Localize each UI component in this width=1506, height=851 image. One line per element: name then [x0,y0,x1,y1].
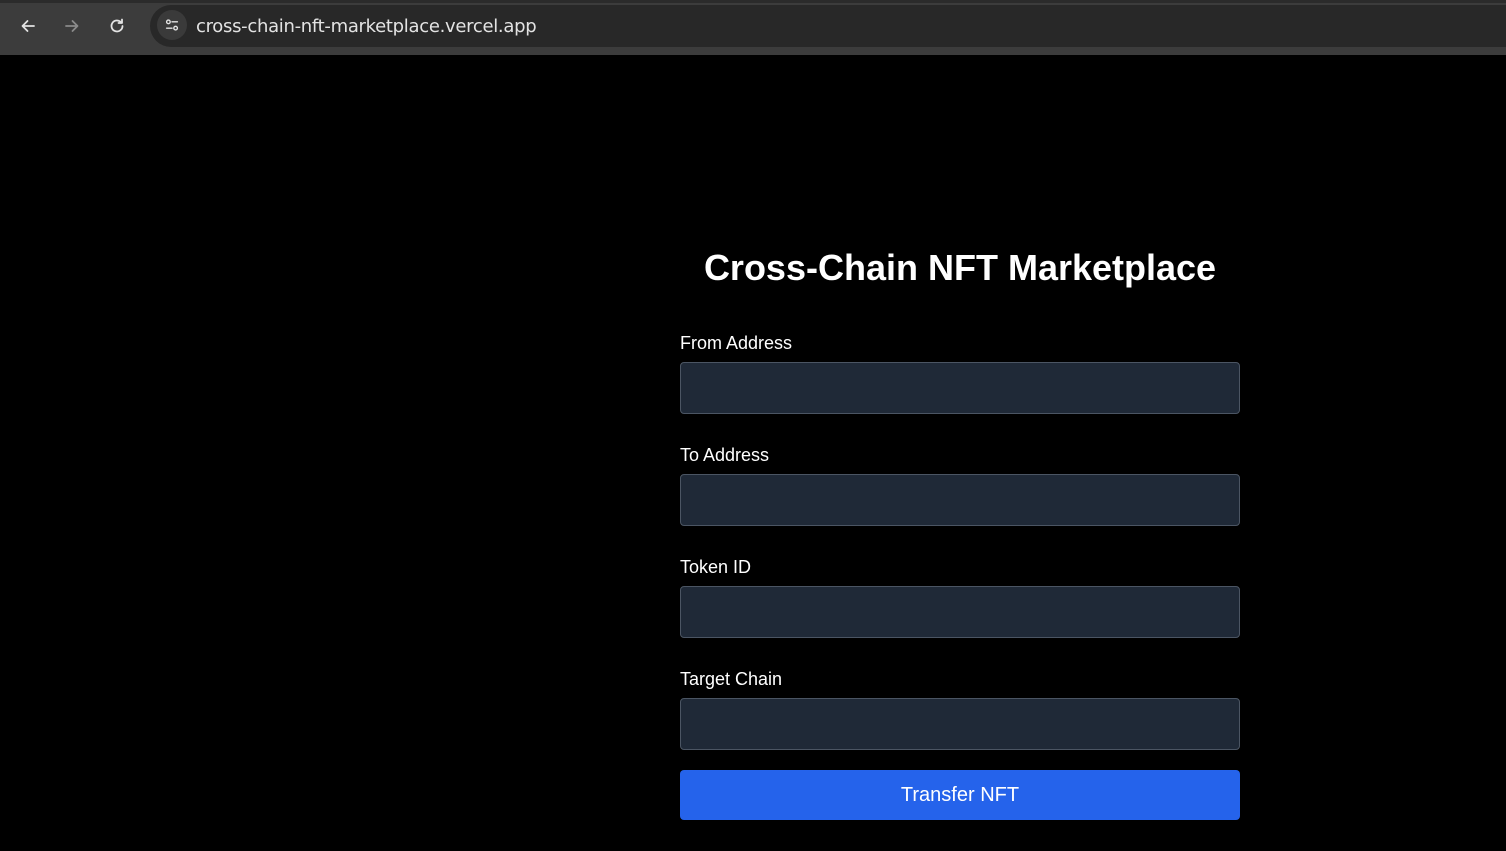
from-address-input[interactable] [680,362,1240,414]
token-id-input[interactable] [680,586,1240,638]
page-title: Cross-Chain NFT Marketplace [703,247,1217,288]
site-info-button[interactable] [157,10,187,40]
reload-button[interactable] [100,9,134,43]
url-text[interactable]: cross-chain-nft-marketplace.vercel.app [196,16,537,37]
arrow-left-icon [21,20,35,32]
target-chain-field: Target Chain [680,668,1240,750]
back-button[interactable] [11,9,45,43]
to-address-label: To Address [680,445,770,465]
target-chain-input[interactable] [680,698,1240,750]
from-address-label: From Address [680,333,793,353]
to-address-input[interactable] [680,474,1240,526]
transfer-nft-button[interactable]: Transfer NFT [680,770,1240,820]
reload-icon [110,18,124,33]
browser-toolbar: cross-chain-nft-marketplace.vercel.app [0,0,1506,55]
forward-button[interactable] [55,9,89,43]
page-content: Cross-Chain NFT Marketplace From Address… [0,55,1506,851]
transfer-form: Cross-Chain NFT Marketplace From Address… [680,244,1240,820]
tune-icon [165,19,179,31]
token-id-label: Token ID [680,557,752,577]
from-address-field: From Address [680,332,1240,414]
toolbar-divider [0,47,1506,55]
to-address-field: To Address [680,444,1240,526]
address-bar[interactable]: cross-chain-nft-marketplace.vercel.app [150,5,1506,47]
tab-strip-edge [0,0,1506,3]
target-chain-label: Target Chain [680,669,783,689]
arrow-right-icon [65,20,79,32]
token-id-field: Token ID [680,556,1240,638]
